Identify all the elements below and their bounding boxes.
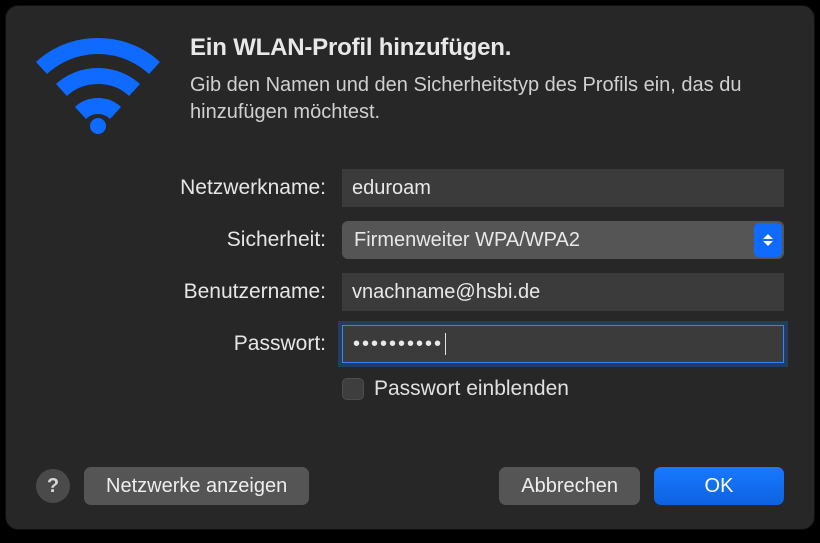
ok-button[interactable]: OK <box>654 467 784 505</box>
chevron-down-icon <box>763 241 773 246</box>
security-value: Firmenweiter WPA/WPA2 <box>354 229 580 252</box>
wifi-icon <box>36 38 160 139</box>
dialog-subtitle: Gib den Namen und den Sicherheitstyp des… <box>190 72 784 126</box>
wlan-profile-dialog: Ein WLAN-Profil hinzufügen. Gib den Name… <box>6 6 814 529</box>
dialog-footer: ? Netzwerke anzeigen Abbrechen OK <box>36 467 784 505</box>
password-input[interactable]: •••••••••• <box>342 325 784 363</box>
show-password-label: Passwort einblenden <box>374 377 569 401</box>
cancel-button[interactable]: Abbrechen <box>499 467 640 505</box>
show-password-checkbox[interactable] <box>342 378 364 400</box>
form: Netzwerkname: Sicherheit: Firmenweiter W… <box>36 169 784 401</box>
show-networks-button[interactable]: Netzwerke anzeigen <box>84 467 309 505</box>
header-text: Ein WLAN-Profil hinzufügen. Gib den Name… <box>190 34 784 126</box>
chevron-up-icon <box>763 234 773 239</box>
network-name-label: Netzwerkname: <box>36 176 326 200</box>
network-name-input[interactable] <box>342 169 784 207</box>
password-mask: •••••••••• <box>353 333 443 356</box>
dialog-header: Ein WLAN-Profil hinzufügen. Gib den Name… <box>36 34 784 139</box>
security-select[interactable]: Firmenweiter WPA/WPA2 <box>342 221 784 259</box>
security-label: Sicherheit: <box>36 228 326 252</box>
text-caret <box>445 333 446 355</box>
password-label: Passwort: <box>36 332 326 356</box>
username-input[interactable] <box>342 273 784 311</box>
show-password-row[interactable]: Passwort einblenden <box>342 377 784 401</box>
help-button[interactable]: ? <box>36 469 70 503</box>
select-stepper-icon <box>754 223 782 257</box>
dialog-title: Ein WLAN-Profil hinzufügen. <box>190 34 784 62</box>
username-label: Benutzername: <box>36 280 326 304</box>
